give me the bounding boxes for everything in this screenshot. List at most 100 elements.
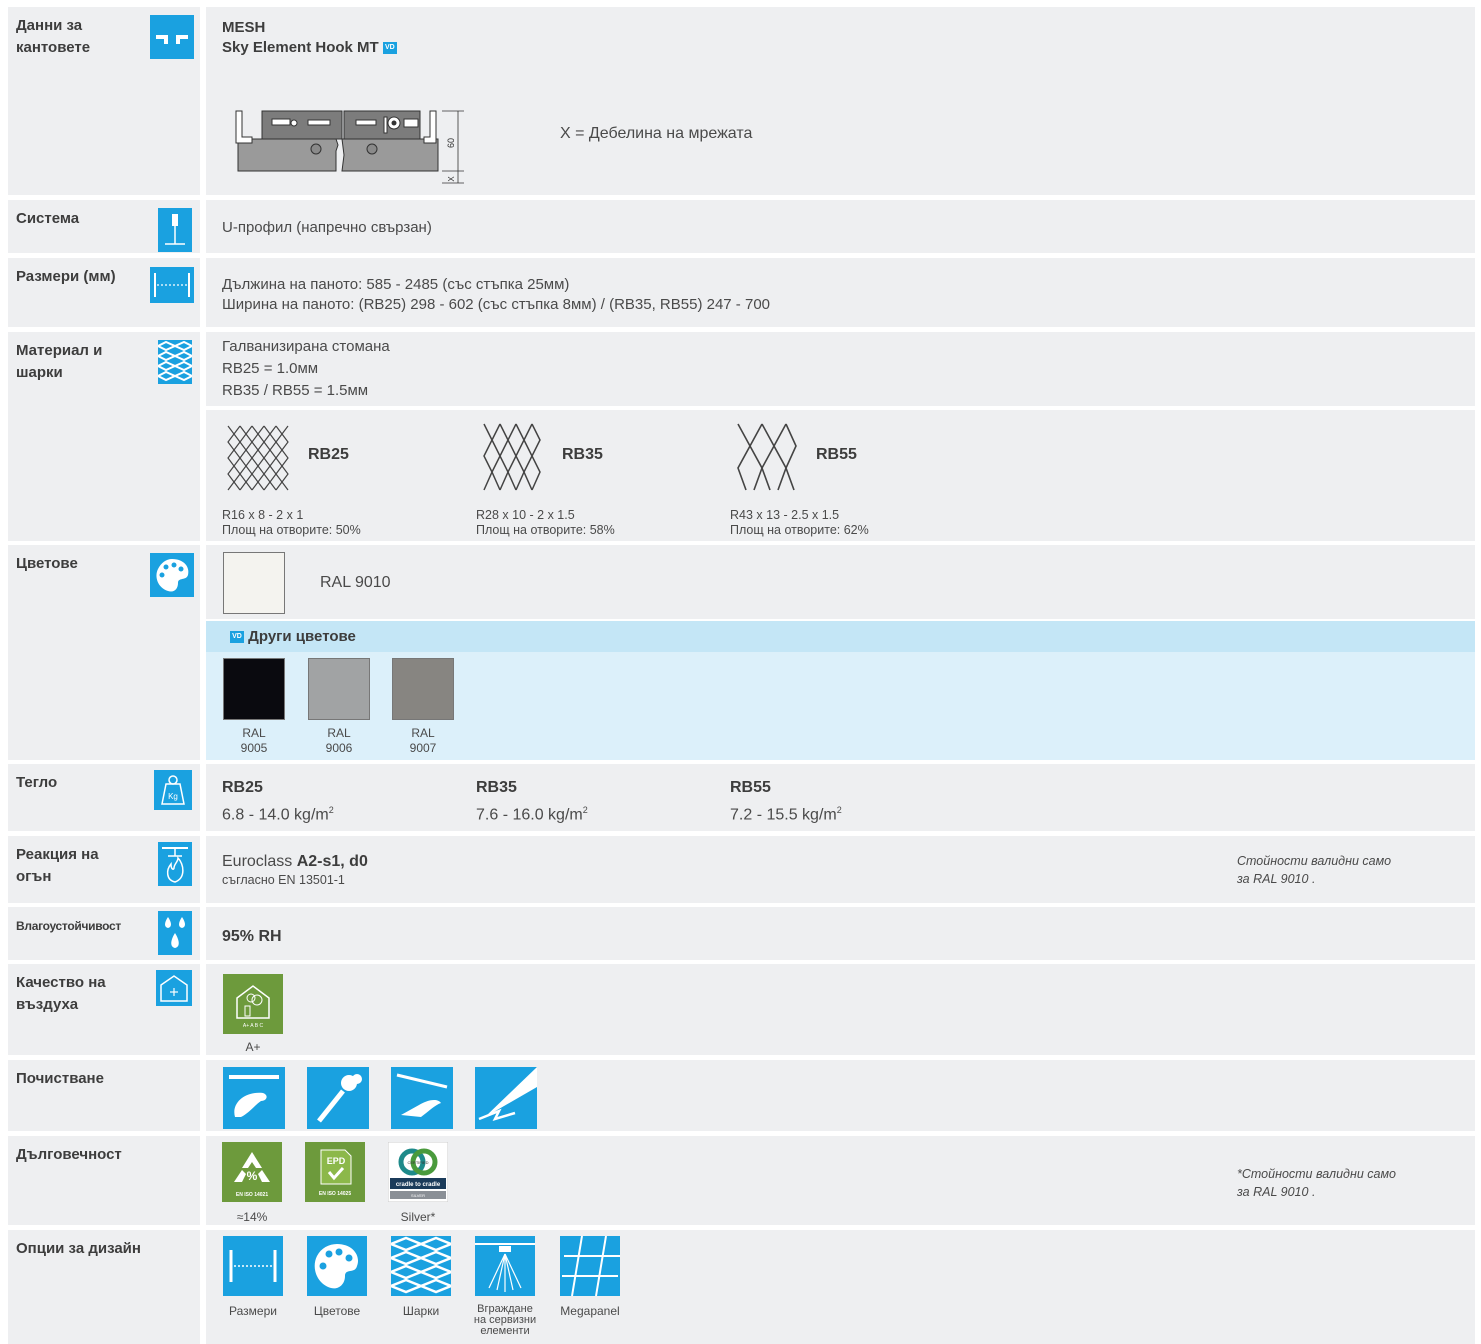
pattern-rb35-spec: R28 x 10 - 2 x 1.5 bbox=[476, 508, 575, 522]
air-scale-text: A+ A B C bbox=[243, 1023, 264, 1029]
pattern-rb55-open: Площ на отворите: 62% bbox=[730, 523, 869, 537]
fire-icon bbox=[158, 842, 192, 886]
recycled-pct-symbol: % bbox=[247, 1169, 258, 1183]
water-drops-icon bbox=[158, 911, 192, 955]
row-label-system: Система bbox=[16, 210, 80, 227]
swatch-ral-9006-caption: RAL 9006 bbox=[308, 726, 370, 756]
row-label-weight: Тегло bbox=[16, 774, 58, 791]
weight-icon: Kg bbox=[154, 770, 192, 810]
row-label-humidity: Влагоустойчивост bbox=[16, 919, 121, 933]
other-colors-panel: RAL 9005 RAL 9006 RAL 9007 bbox=[206, 652, 1475, 760]
design-colors-caption-l1: Цветове bbox=[313, 1304, 361, 1318]
content-cell-sustain: % EN ISO 14021 ≈14% EPD EN ISO 14025 CER… bbox=[206, 1136, 1475, 1225]
content-cell-fire: Euroclass A2-s1, d0 съгласно EN 13501-1 … bbox=[206, 836, 1475, 903]
system-value: U-профил (напречно свързан) bbox=[222, 219, 432, 236]
row-label-sustain: Дълговечност bbox=[16, 1146, 122, 1163]
fire-note-line-1: Стойности валидни само bbox=[1237, 854, 1392, 868]
weight-rb35-value-text: 7.6 - 16.0 kg/m bbox=[476, 806, 583, 824]
pattern-rb55-spec: R43 x 13 - 2.5 x 1.5 bbox=[730, 508, 840, 522]
thickness-legend: X = Дебелина на мрежата bbox=[560, 125, 753, 142]
edge-profile-drawing: 60 X bbox=[235, 110, 464, 184]
air-quality-icon bbox=[156, 970, 192, 1006]
label-cell-fire: Реакция на огън bbox=[8, 836, 200, 903]
row-label-air: Качество на въздуха bbox=[16, 974, 106, 1013]
c2c-certified-text: CERTIFIED bbox=[407, 1160, 428, 1165]
vd-badge-icon: VD bbox=[230, 631, 244, 644]
epd-text: EPD bbox=[327, 1156, 346, 1166]
palette-icon bbox=[150, 553, 194, 597]
content-cell-dimensions: Дължина на паното: 585 - 2485 (със стъпк… bbox=[206, 258, 1475, 327]
other-colors-header: VD Други цветове bbox=[206, 621, 1475, 652]
iso-14021-text: EN ISO 14021 bbox=[236, 1192, 268, 1198]
swatch-ral-9007-caption: RAL 9007 bbox=[392, 726, 454, 756]
pattern-rb25-name: RB25 bbox=[308, 446, 349, 463]
weight-rb55-value: 7.2 - 15.5 kg/m2 bbox=[730, 799, 842, 826]
label-cell-edges: Данни за кантовете bbox=[8, 7, 200, 195]
row-label-cleaning: Почистване bbox=[16, 1070, 104, 1087]
panel-width: Ширина на паното: (RB25) 298 - 602 (със … bbox=[222, 296, 770, 313]
other-colors-title-text: Други цветове bbox=[248, 628, 356, 645]
c2c-caption: Silver* bbox=[400, 1210, 436, 1224]
weight-rb55-name: RB55 bbox=[730, 779, 771, 796]
cradle-to-cradle-icon: CERTIFIED cradle to cradle SILVER bbox=[388, 1142, 448, 1202]
content-cell-air: A+ A B C A+ bbox=[206, 964, 1475, 1055]
brand-name: MESH bbox=[222, 19, 266, 36]
fire-norm: съгласно EN 13501-1 bbox=[222, 873, 345, 887]
fire-note-line-2: за RAL 9010 . bbox=[1237, 872, 1316, 886]
swatch-ral-9010 bbox=[223, 552, 285, 614]
edge-profile-icon bbox=[150, 15, 194, 59]
label-cell-material: Материал и шарки bbox=[8, 332, 200, 541]
c2c-name-text: cradle to cradle bbox=[396, 1182, 441, 1188]
material-line-2: RB25 = 1.0мм bbox=[222, 360, 319, 377]
vd-badge-icon: VD bbox=[382, 42, 397, 55]
product-name-text: Sky Element Hook MT bbox=[222, 39, 379, 56]
content-cell-system: U-профил (напречно свързан) bbox=[206, 200, 1475, 253]
weight-rb55-unit-sup: 2 bbox=[836, 805, 842, 815]
humidity-value: 95% RH bbox=[222, 928, 282, 945]
content-cell-material: Галванизирана стомана RB25 = 1.0мм RB35 … bbox=[206, 332, 1475, 406]
design-dimensions-caption-l1: Размери bbox=[229, 1304, 277, 1318]
dim-x-label: X bbox=[447, 176, 456, 182]
euroclass-prefix: Euroclass bbox=[222, 853, 297, 870]
material-line-3: RB35 / RB55 = 1.5мм bbox=[222, 382, 369, 399]
pattern-rb35-open: Площ на отворите: 58% bbox=[476, 523, 615, 537]
swatch-ral-9006 bbox=[308, 658, 370, 720]
content-cell-patterns: RB25 R16 x 8 - 2 x 1 Площ на отворите: 5… bbox=[206, 410, 1475, 541]
pattern-rb35-name: RB35 bbox=[562, 446, 603, 463]
content-cell-colors: RAL 9010 bbox=[206, 545, 1475, 619]
swatch-ral-9007 bbox=[392, 658, 454, 720]
rb55-pattern-drawing bbox=[737, 423, 797, 491]
label-cell-design: Опции за дизайн bbox=[8, 1230, 200, 1344]
weight-rb25-unit-sup: 2 bbox=[328, 805, 334, 815]
recycled-caption: ≈14% bbox=[236, 1210, 268, 1224]
euroclass-line: Euroclass A2-s1, d0 bbox=[222, 851, 368, 873]
iso-14025-text: EN ISO 14025 bbox=[319, 1191, 351, 1197]
swatch-ral-9010-name: RAL 9010 bbox=[320, 574, 391, 591]
content-cell-design: Размери Цветове Шарки Вграждане на серви… bbox=[206, 1230, 1475, 1344]
product-name: Sky Element Hook MT VD bbox=[222, 37, 397, 59]
weight-rb35-value: 7.6 - 16.0 kg/m2 bbox=[476, 799, 588, 826]
design-service-caption-l3: елементи bbox=[480, 1325, 530, 1337]
weight-rb25-value: 6.8 - 14.0 kg/m2 bbox=[222, 799, 334, 826]
design-megapanel-icon bbox=[560, 1236, 620, 1296]
swatch-ral-9005-caption: RAL 9005 bbox=[223, 726, 285, 756]
design-megapanel-caption-l1: Megapanel bbox=[560, 1304, 620, 1318]
weight-rb35-name: RB35 bbox=[476, 779, 517, 796]
dim-60-label: 60 bbox=[446, 138, 456, 148]
design-service-caption: Вграждане на сервизни елементи bbox=[465, 1304, 545, 1337]
swatch-ral-9005-l1: RAL bbox=[242, 726, 266, 740]
content-cell-cleaning bbox=[206, 1060, 1475, 1131]
weight-rb25-name: RB25 bbox=[222, 779, 263, 796]
label-cell-cleaning: Почистване bbox=[8, 1060, 200, 1131]
dimensions-icon bbox=[150, 267, 194, 303]
dusting-cleaning-icon bbox=[391, 1067, 453, 1129]
pattern-rb55-name: RB55 bbox=[816, 446, 857, 463]
row-label-design: Опции за дизайн bbox=[16, 1240, 141, 1257]
mesh-pattern-icon bbox=[158, 340, 192, 384]
row-label-colors: Цветове bbox=[16, 555, 78, 572]
vacuum-cleaning-icon bbox=[307, 1067, 369, 1129]
weight-icon-text: Kg bbox=[168, 792, 178, 801]
design-patterns-caption: Шарки bbox=[381, 1304, 461, 1319]
indoor-air-label-icon: A+ A B C bbox=[223, 974, 283, 1034]
epd-icon: EPD EN ISO 14025 bbox=[305, 1142, 365, 1202]
